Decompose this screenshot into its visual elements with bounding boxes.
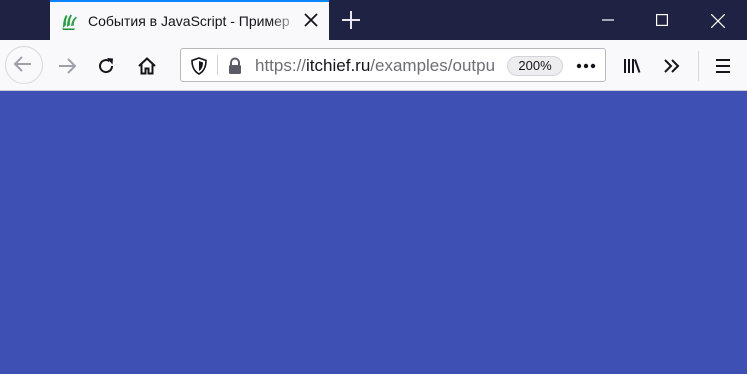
minimize-icon (602, 19, 614, 21)
back-button[interactable] (5, 46, 43, 84)
hamburger-icon (716, 59, 730, 73)
close-icon (711, 14, 725, 28)
url-scheme: https:// (255, 56, 307, 75)
window-close-button[interactable] (694, 0, 740, 40)
url-bar[interactable]: https://itchief.ru/examples/output 200% (180, 48, 606, 82)
browser-window: События в JavaScript - Пример https://it… (0, 0, 747, 374)
toolbar-separator (698, 51, 699, 81)
tab-bar: События в JavaScript - Пример (0, 0, 747, 40)
reload-button[interactable] (89, 49, 123, 83)
home-button[interactable] (130, 49, 164, 83)
tab-close-icon[interactable] (303, 12, 319, 28)
hamburger-menu-button[interactable] (706, 49, 740, 83)
itchief-favicon-icon (60, 11, 80, 31)
url-text[interactable]: https://itchief.ru/examples/output (255, 56, 495, 76)
maximize-button[interactable] (639, 0, 685, 40)
page-actions-ellipsis-icon[interactable] (575, 56, 597, 76)
tab-title: События в JavaScript - Пример (88, 13, 290, 29)
lock-icon[interactable] (225, 56, 245, 76)
page-content (0, 91, 747, 374)
minimize-button[interactable] (585, 0, 631, 40)
url-separator (217, 55, 218, 75)
home-icon (138, 57, 156, 75)
forward-button[interactable] (50, 49, 84, 83)
back-arrow-icon (13, 56, 31, 72)
tab-active[interactable]: События в JavaScript - Пример (50, 0, 329, 40)
library-icon (624, 59, 641, 73)
forward-arrow-icon (59, 58, 77, 74)
library-button[interactable] (615, 49, 649, 83)
navigation-toolbar: https://itchief.ru/examples/output 200% (0, 40, 747, 91)
new-tab-plus-icon[interactable] (340, 9, 362, 31)
url-host: itchief.ru (306, 56, 371, 75)
overflow-menu-button[interactable] (655, 49, 689, 83)
zoom-level-badge[interactable]: 200% (507, 56, 563, 76)
reload-icon (99, 58, 114, 74)
tracking-protection-shield-icon[interactable] (189, 56, 209, 76)
double-chevron-right-icon (664, 59, 680, 73)
maximize-icon (656, 14, 668, 26)
url-path: /examples/output (370, 56, 495, 75)
